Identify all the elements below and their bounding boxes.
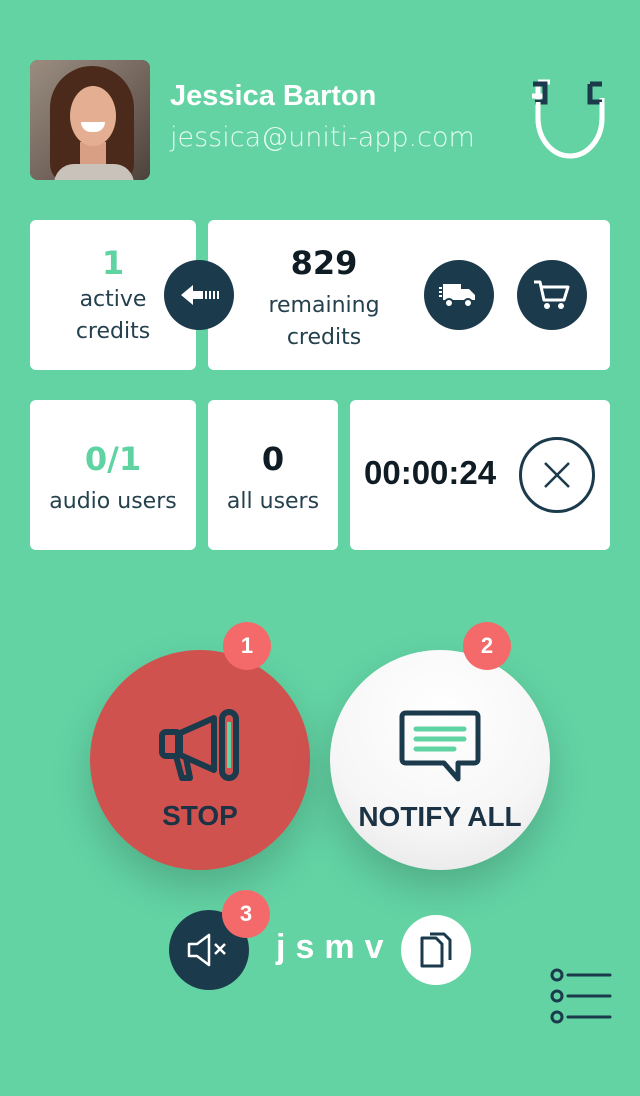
mute-icon xyxy=(187,933,226,967)
user-name: Jessica Barton xyxy=(170,80,377,112)
session-code: jsmv xyxy=(276,928,394,966)
active-credits-label-line2: credits xyxy=(75,319,151,344)
notify-badge: 2 xyxy=(463,622,511,670)
remaining-credits-label-line1: remaining xyxy=(268,293,380,318)
stop-badge: 1 xyxy=(223,622,271,670)
cart-button[interactable] xyxy=(517,260,587,330)
chat-icon xyxy=(399,710,481,782)
remaining-credits-label-line2: credits xyxy=(286,325,362,350)
megaphone-icon xyxy=(159,709,239,781)
all-users-value: 0 xyxy=(261,440,285,478)
magnet-icon[interactable] xyxy=(528,78,612,162)
timer-card: 00:00:24 xyxy=(350,400,610,550)
notify-all-button[interactable]: NOTIFY ALL xyxy=(330,650,550,870)
close-icon xyxy=(544,462,570,488)
cart-icon xyxy=(534,280,570,309)
transfer-credits-button[interactable] xyxy=(164,260,234,330)
remaining-credits-value: 829 xyxy=(290,244,358,282)
audio-users-value: 0/1 xyxy=(84,440,142,478)
all-users-label: all users xyxy=(226,489,320,514)
stop-button[interactable]: STOP xyxy=(90,650,310,870)
copy-icon xyxy=(420,932,452,968)
delivery-button[interactable] xyxy=(424,260,494,330)
audio-users-label: audio users xyxy=(49,489,177,514)
stop-label: STOP xyxy=(162,800,238,831)
all-users-card: 0 all users xyxy=(208,400,338,550)
avatar xyxy=(30,60,150,180)
user-email: jessica@uniti-app.com xyxy=(170,122,475,153)
delivery-truck-icon xyxy=(439,284,475,308)
mute-badge: 3 xyxy=(222,890,270,938)
end-session-button[interactable] xyxy=(519,437,595,513)
notify-all-label: NOTIFY ALL xyxy=(358,801,522,832)
copy-button[interactable] xyxy=(401,915,471,985)
session-timer: 00:00:24 xyxy=(364,454,497,491)
list-menu-icon[interactable] xyxy=(548,968,612,1024)
audio-users-card: 0/1 audio users xyxy=(30,400,196,550)
arrow-left-icon xyxy=(181,285,219,305)
